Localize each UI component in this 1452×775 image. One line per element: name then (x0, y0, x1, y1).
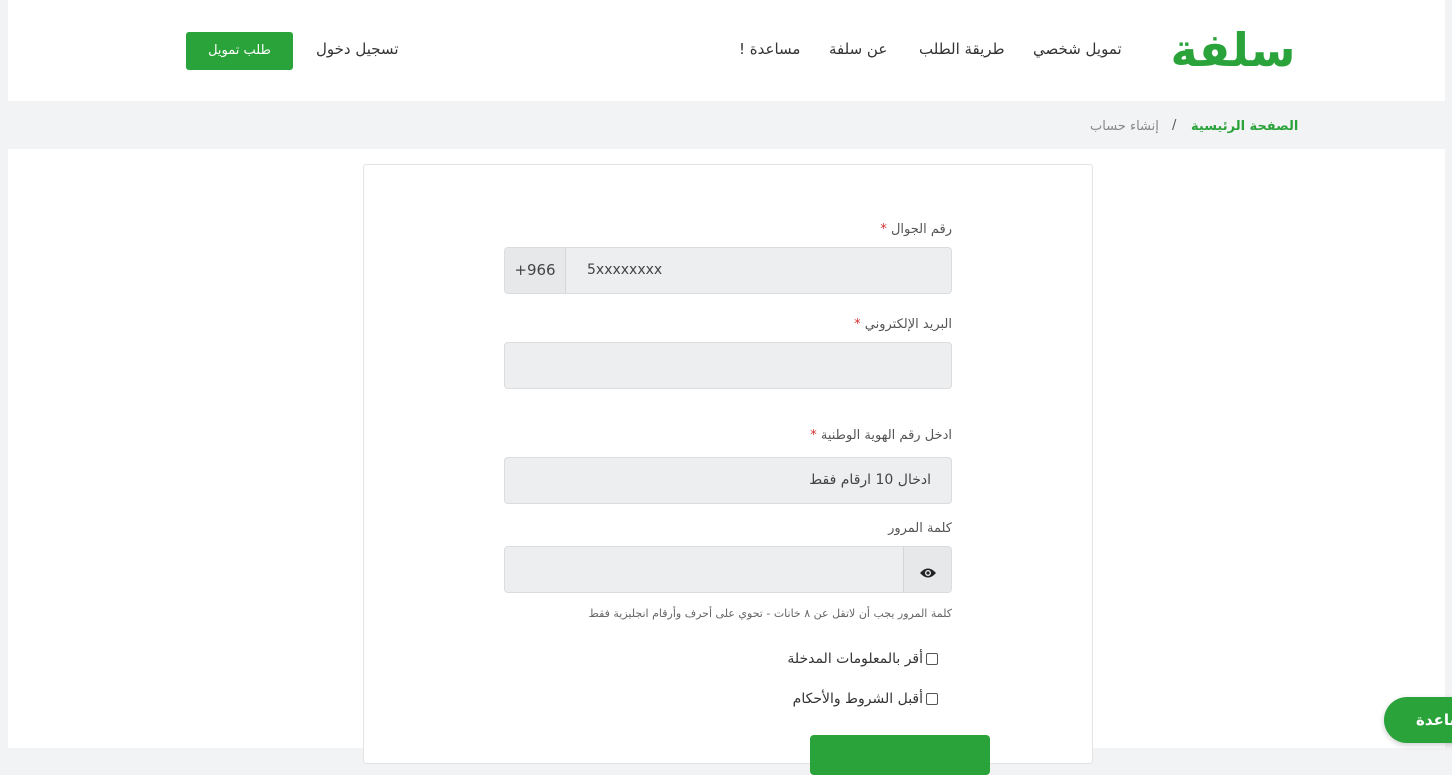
confirm-info-label: أقر بالمعلومات المدخلة (787, 651, 923, 667)
header: سلفة تمويل شخصي طريقة الطلب عن سلفة مساع… (8, 0, 1445, 101)
nav-item-help[interactable]: مساعدة ! (739, 40, 800, 58)
national-id-label: ادخل رقم الهوية الوطنية * (810, 428, 952, 443)
national-id-placeholder: ادخال 10 ارقام فقط (809, 472, 931, 488)
breadcrumb-separator: / (1172, 118, 1177, 133)
national-id-field[interactable]: ادخال 10 ارقام فقط (504, 457, 952, 504)
accept-terms-label: أقبل الشروط والأحكام (792, 691, 923, 707)
email-field[interactable] (504, 342, 952, 389)
confirm-info-checkbox[interactable] (926, 653, 938, 665)
eye-icon (920, 568, 936, 578)
breadcrumb-home-link[interactable]: الصفحة الرئيسية (1191, 119, 1298, 134)
password-hint: كلمة المرور يجب أن لاتقل عن ٨ خانات - تح… (588, 607, 952, 620)
login-link[interactable]: تسجيل دخول (316, 40, 399, 58)
show-password-button[interactable] (903, 547, 951, 592)
nav-item-about[interactable]: عن سلفة (829, 40, 887, 58)
accept-terms-checkbox[interactable] (926, 693, 938, 705)
nav-item-personal-finance[interactable]: تمويل شخصي (1033, 40, 1122, 58)
brand-logo[interactable]: سلفة (1168, 22, 1298, 78)
phone-input[interactable]: 5xxxxxxxx (587, 248, 662, 293)
phone-label: رقم الجوال * (880, 222, 952, 237)
signup-form-card: رقم الجوال * +966 5xxxxxxxx البريد الإلك… (363, 164, 1093, 775)
breadcrumb-current: إنشاء حساب (1090, 119, 1159, 134)
accept-terms-row[interactable]: أقبل الشروط والأحكام (793, 691, 938, 707)
confirm-info-row[interactable]: أقر بالمعلومات المدخلة (787, 651, 938, 667)
page: سلفة تمويل شخصي طريقة الطلب عن سلفة مساع… (8, 0, 1452, 775)
password-label: كلمة المرور (888, 521, 952, 536)
submit-button[interactable] (810, 735, 990, 775)
nav-item-how-to-apply[interactable]: طريقة الطلب (919, 40, 1005, 58)
breadcrumb: الصفحة الرئيسية / إنشاء حساب (8, 101, 1445, 149)
email-label: البريد الإلكتروني * (854, 317, 952, 332)
phone-field[interactable]: +966 5xxxxxxxx (504, 247, 952, 294)
request-finance-button[interactable]: طلب تمويل (186, 32, 293, 70)
country-code-prefix: +966 (505, 248, 566, 293)
password-field[interactable] (504, 546, 952, 593)
help-chat-button[interactable]: مساعدة (1384, 697, 1452, 743)
